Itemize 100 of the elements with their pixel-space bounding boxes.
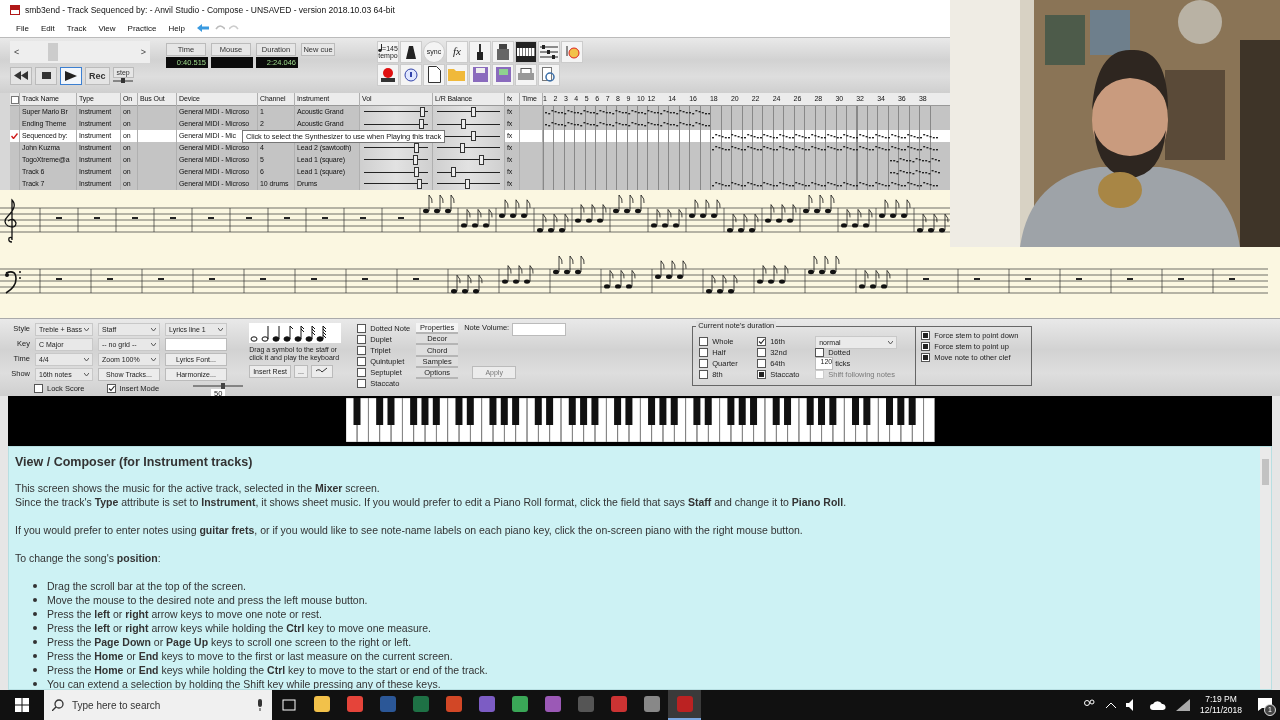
app-icon [445,696,462,712]
caret-icon [151,343,156,346]
menu-item[interactable]: Practice [121,23,163,33]
note-symbol-icon[interactable] [283,324,294,342]
help-text: To change the song's position: [15,551,162,565]
note-volume-field[interactable] [512,323,567,336]
record-button[interactable]: Rec [85,66,110,85]
sliders-icon [540,44,558,59]
display-value [211,56,253,68]
caret-icon [888,341,894,344]
search-icon [52,699,64,711]
mixer-button[interactable] [492,40,514,63]
folder-icon [448,68,466,82]
note-icon [378,44,383,53]
note-symbol-icon[interactable] [305,324,316,342]
note-marks-drawing [887,169,941,177]
caret-icon [151,358,156,361]
bullet-icon [33,612,37,616]
cloud-icon[interactable] [1150,700,1167,710]
help-list-item: Press the Page Down or Page Up keys to scroll one screen to the right or left. [47,635,412,649]
caret-icon [84,328,89,331]
printer-icon [518,67,534,82]
record-button[interactable] [377,63,399,86]
menu-item[interactable]: File [10,23,35,33]
help-list-item: Move the mouse to the desired note and press the left mouse button. [47,593,368,607]
save-as-button[interactable] [492,63,514,86]
wifi-icon[interactable] [1176,699,1191,711]
stop-icon [41,72,51,80]
app-icon [676,696,693,712]
help-button[interactable] [400,63,422,86]
windows-logo-icon[interactable] [15,698,29,712]
app-icon [478,696,495,712]
help-text: Since the track's Type attribute is set to Instrument, it shows sheet music. If you would prefer to edit a Piano Roll format, click the field that says Staff and change it to Piano Roll. [15,495,848,509]
play-button[interactable] [60,66,82,85]
help-list-item: Press the left or right arrow keys to move one note or rest. [47,607,322,621]
bullet-icon [33,640,37,644]
bullet-icon [33,668,37,672]
play-icon [65,70,77,81]
rewind-button[interactable] [10,66,32,85]
caret-icon [151,328,156,331]
help-list-item: Press the left or right arrow keys while holding the Ctrl key to move one measure. [47,621,432,635]
save-button[interactable] [469,63,491,86]
guitar-button[interactable] [310,365,333,378]
help-list-item: Press the Home or End keys while holding the Ctrl key to move to the start or end of the track. [47,663,488,677]
menu-item[interactable]: Track [60,23,93,33]
app-icon [610,696,627,712]
app-icon [346,696,363,712]
menu-item[interactable]: View [92,23,122,33]
app-icon [511,696,528,712]
caret-icon [84,373,89,376]
note-symbol-icon[interactable] [316,324,327,342]
menu-item[interactable]: Help [162,23,191,33]
new-file-button[interactable] [423,63,445,86]
app-icon [544,696,561,712]
note-marks-drawing [887,157,941,165]
checkbox[interactable] [11,96,19,104]
help-icon [404,67,418,82]
clock[interactable]: 7:19 PM 12/11/2018 [1200,694,1242,716]
bullet-icon [33,598,37,602]
effects-button[interactable]: fx [446,40,468,63]
back-arrow-icon[interactable] [196,24,209,33]
zoom-slider[interactable] [193,383,244,389]
scroll-bar[interactable]: < > [10,40,150,63]
tower-icon [496,43,510,60]
sliders-button[interactable] [538,40,560,63]
keyboard-icon [517,47,535,56]
app-icon [412,696,429,712]
caret-icon [218,328,223,331]
taskbar-app[interactable] [668,690,701,720]
note-symbol-icon[interactable] [261,324,272,342]
mute-button[interactable] [561,40,583,63]
plug-icon [477,43,483,60]
check-icon [758,338,766,345]
help-text: If you would prefer to enter notes using guitar frets, or if you would like to see note-name labels on each piano key, click the on-screen piano with the right mouse button. [15,523,804,537]
search-field[interactable]: Type here to search [44,690,272,720]
check-icon [107,385,115,392]
keyboard-button[interactable] [515,40,537,63]
lyrics-field[interactable] [165,338,227,351]
stop-button[interactable] [35,66,57,85]
menu-item[interactable]: Edit [34,23,61,33]
note-symbol-icon[interactable] [294,324,305,342]
window-title: smb3end - Track Sequenced by: - Anvil Studio - Compose - UNSAVED - version 2018.10.03 64-bit [25,4,395,15]
scroll-bar[interactable] [1260,447,1271,689]
app-icon [313,696,330,712]
task-view-icon[interactable] [281,699,296,711]
note-symbol-icon[interactable] [272,324,283,342]
chevron-up-icon[interactable] [1106,702,1117,708]
metronome-button[interactable] [400,40,422,63]
print-preview-button[interactable] [538,63,560,86]
rewind-icon [14,71,28,81]
piano-keyboard-drawing[interactable] [345,398,935,442]
app-icon [10,4,20,15]
bullet-icon [33,654,37,658]
metronome-icon [405,44,417,59]
jack-button[interactable] [469,40,491,63]
help-text: This screen shows the music for the active track, selected in the Mixer screen. [15,481,381,495]
bullet-icon [33,584,37,588]
app-icon [577,696,594,712]
microphone-icon [256,699,264,711]
help-title: View / Composer (for Instrument tracks) [15,455,254,469]
